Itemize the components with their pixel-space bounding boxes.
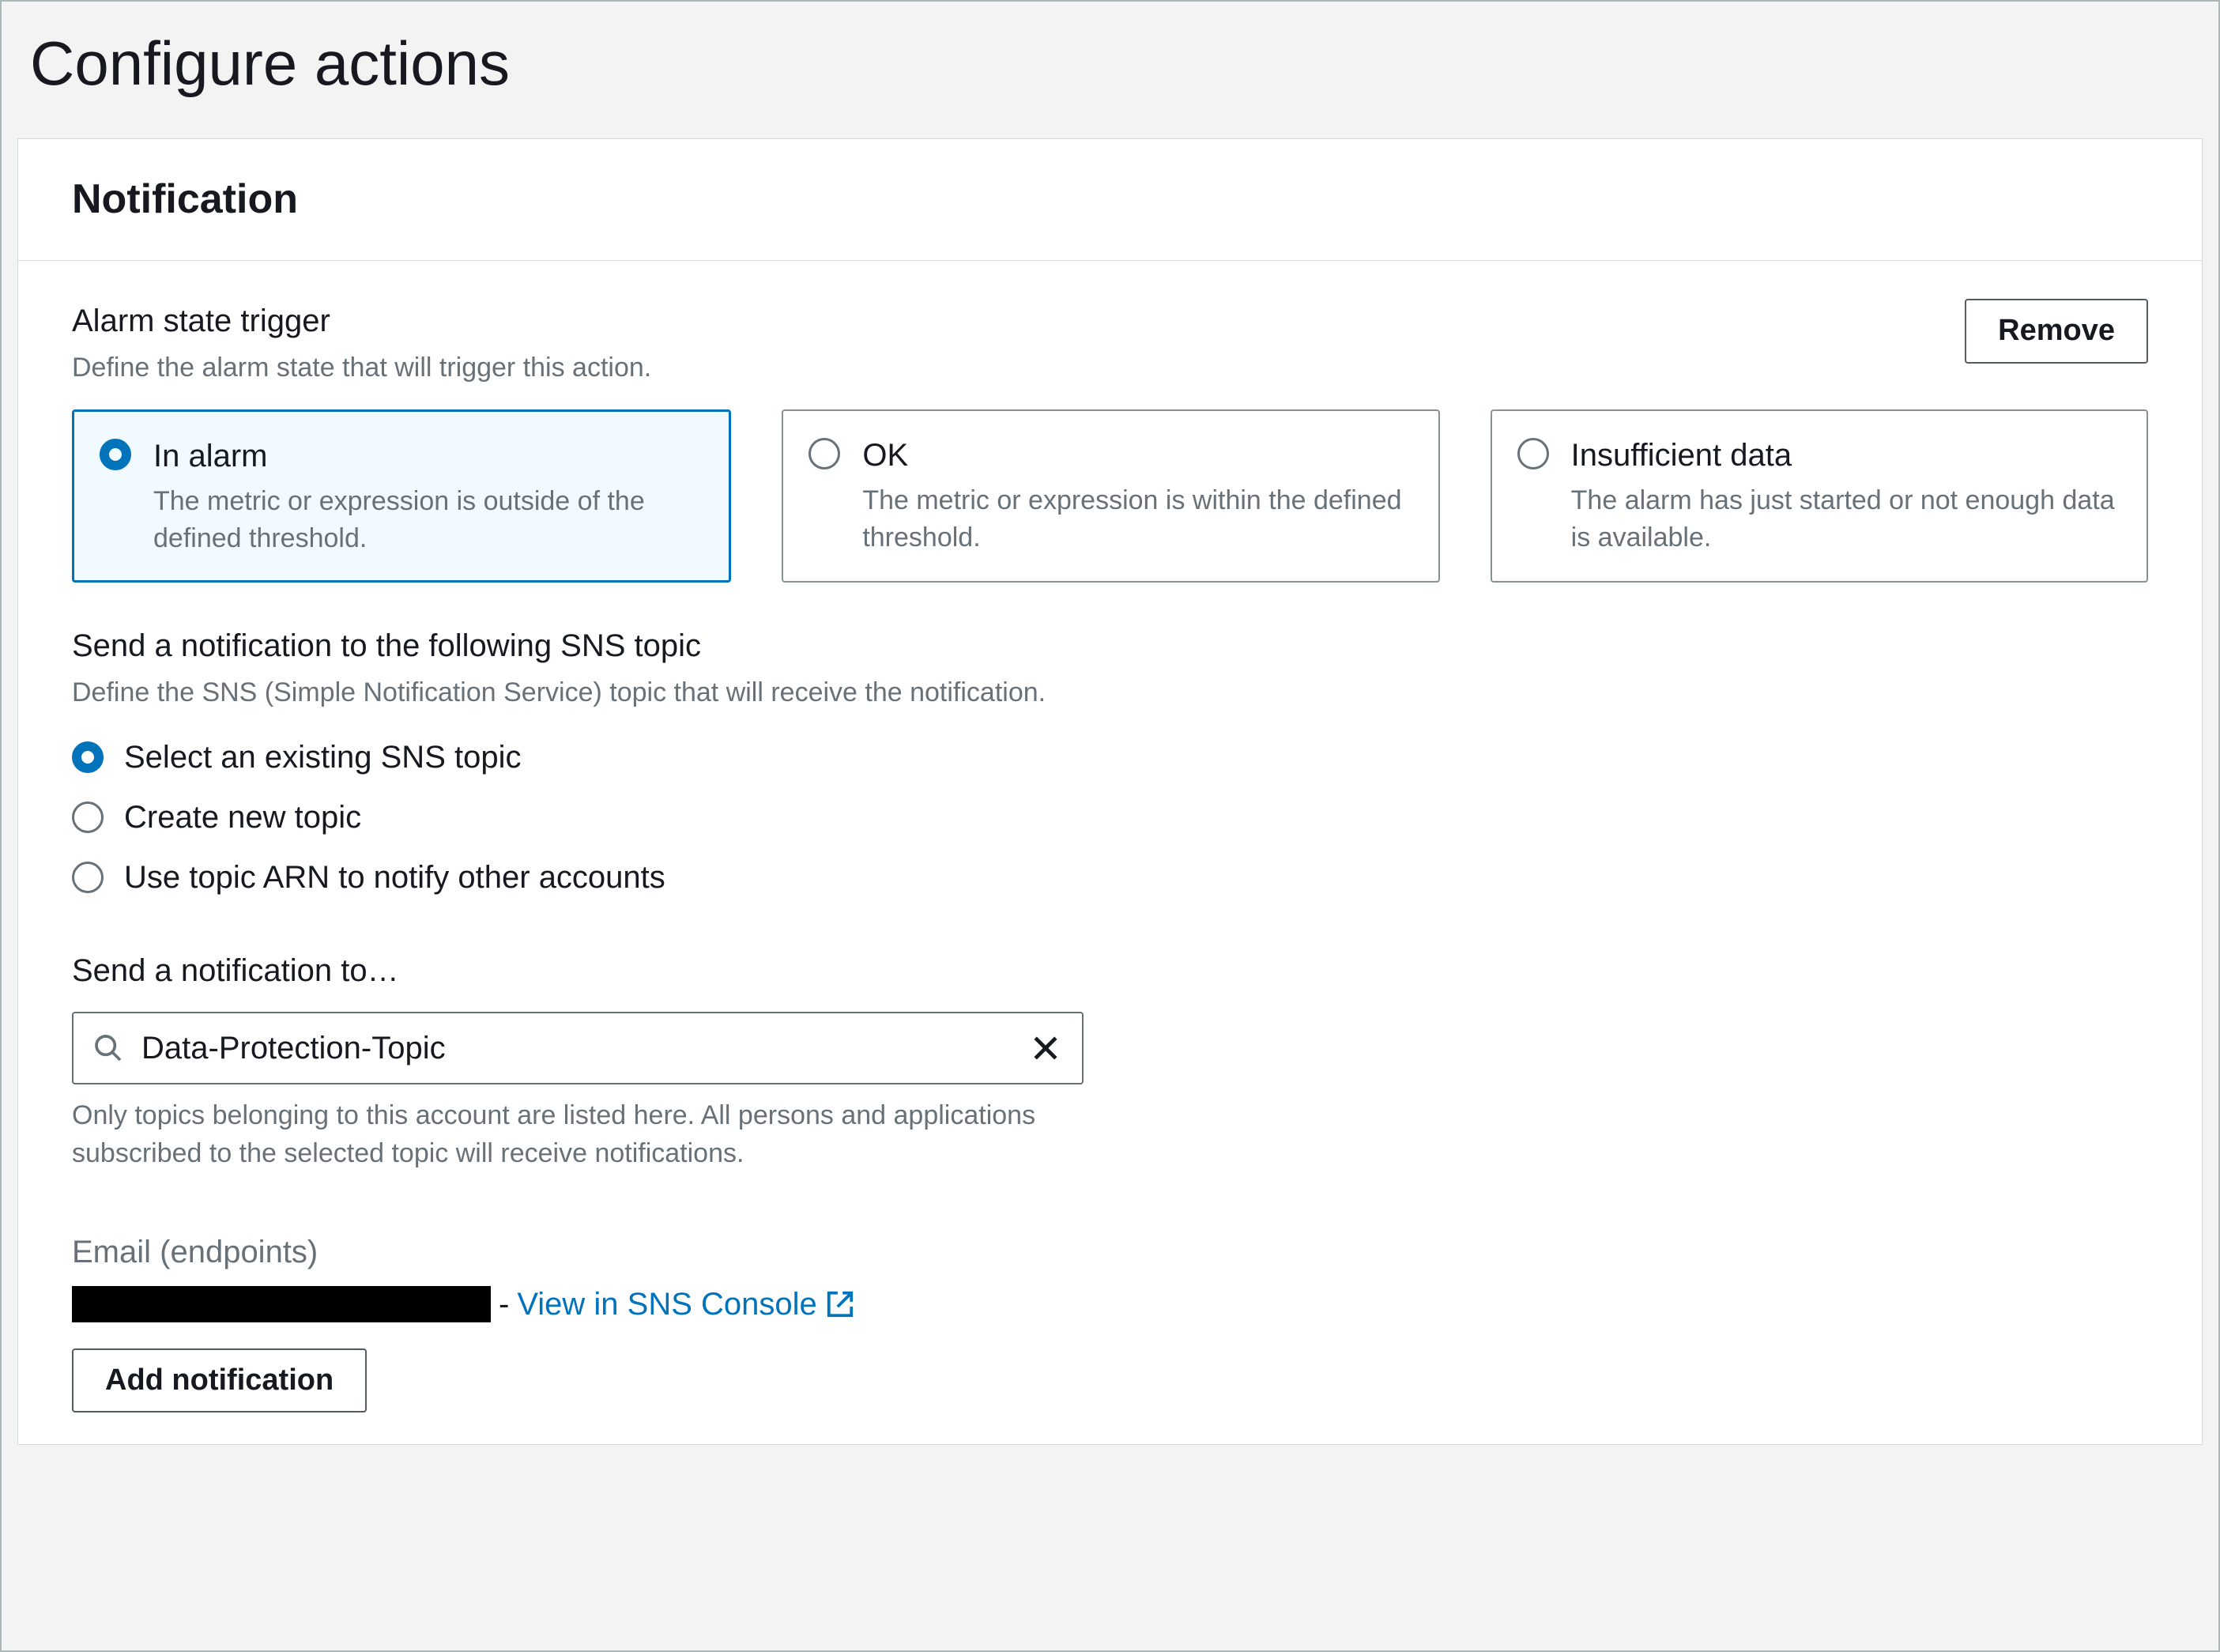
sns-option-create[interactable]: Create new topic [72,787,2148,847]
tile-title: In alarm [153,434,703,478]
panel-heading: Notification [72,171,2148,228]
notification-panel: Notification Alarm state trigger Define … [17,138,2203,1445]
trigger-label: Alarm state trigger [72,299,1965,343]
topic-select-label: Send a notification to… [72,949,2148,993]
trigger-section-header: Alarm state trigger Define the alarm sta… [72,299,2148,387]
sns-option-arn[interactable]: Use topic ARN to notify other accounts [72,847,2148,907]
link-label: View in SNS Console [517,1282,816,1326]
page-title: Configure actions [2,2,2218,138]
sns-option-existing[interactable]: Select an existing SNS topic [72,727,2148,787]
trigger-tile-insufficient-data[interactable]: Insufficient data The alarm has just sta… [1491,409,2148,583]
add-button-wrap: Add notification [72,1348,2148,1413]
panel-body: Alarm state trigger Define the alarm sta… [18,261,2202,1444]
sns-option-label: Create new topic [124,795,361,839]
endpoints-redacted-value [72,1286,491,1322]
tile-desc: The metric or expression is within the d… [862,482,1412,557]
trigger-desc: Define the alarm state that will trigger… [72,349,1965,387]
external-link-icon [825,1289,855,1319]
radio-icon [808,438,840,470]
tile-desc: The metric or expression is outside of t… [153,483,703,558]
sns-desc: Define the SNS (Simple Notification Serv… [72,674,2148,712]
page-container: Configure actions Notification Alarm sta… [0,0,2220,1652]
topic-select[interactable]: Data-Protection-Topic [72,1012,1084,1084]
search-icon [92,1032,124,1064]
sns-radio-list: Select an existing SNS topic Create new … [72,727,2148,907]
topic-select-wrap: Data-Protection-Topic Only topics belong… [72,1012,1084,1172]
radio-icon [100,439,131,470]
radio-icon [72,801,104,833]
tile-content: OK The metric or expression is within th… [862,433,1412,557]
tile-desc: The alarm has just started or not enough… [1571,482,2121,557]
sns-option-label: Select an existing SNS topic [124,735,521,779]
topic-select-value: Data-Protection-Topic [141,1026,1011,1070]
tile-content: In alarm The metric or expression is out… [153,434,703,558]
radio-icon [72,862,104,893]
tile-content: Insufficient data The alarm has just sta… [1571,433,2121,557]
remove-button[interactable]: Remove [1965,299,2148,364]
endpoints-label: Email (endpoints) [72,1230,2148,1274]
tile-title: OK [862,433,1412,477]
endpoints-row: - View in SNS Console [72,1282,2148,1326]
endpoints-separator: - [499,1282,509,1326]
topic-select-hint: Only topics belonging to this account ar… [72,1097,1084,1172]
add-notification-button[interactable]: Add notification [72,1348,367,1413]
endpoints-section: Email (endpoints) - View in SNS Console [72,1230,2148,1413]
trigger-label-block: Alarm state trigger Define the alarm sta… [72,299,1965,387]
trigger-tile-in-alarm[interactable]: In alarm The metric or expression is out… [72,409,731,583]
trigger-tile-ok[interactable]: OK The metric or expression is within th… [782,409,1439,583]
radio-icon [72,741,104,773]
view-sns-console-link[interactable]: View in SNS Console [517,1282,854,1326]
panel-header: Notification [18,139,2202,261]
trigger-tile-group: In alarm The metric or expression is out… [72,409,2148,583]
sns-label: Send a notification to the following SNS… [72,624,2148,668]
sns-option-label: Use topic ARN to notify other accounts [124,855,665,900]
tile-title: Insufficient data [1571,433,2121,477]
radio-icon [1517,438,1549,470]
close-icon[interactable] [1028,1031,1063,1066]
